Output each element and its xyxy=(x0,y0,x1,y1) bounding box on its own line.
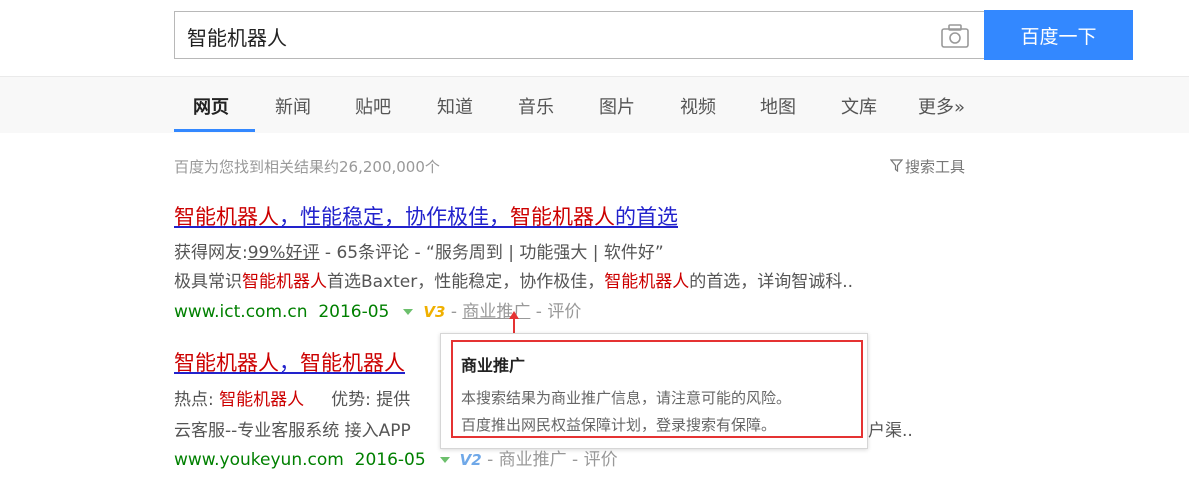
tab-video[interactable]: 视频 xyxy=(680,93,716,119)
result-snippet: 极具常识智能机器人首选Baxter，性能稳定，协作极佳，智能机器人的首选，详询智… xyxy=(174,267,853,292)
tab-web[interactable]: 网页 xyxy=(193,93,229,119)
v3-badge-icon[interactable]: V3 xyxy=(423,303,445,321)
v2-badge-icon[interactable]: V2 xyxy=(460,451,482,469)
title-text: ， xyxy=(279,351,300,375)
tab-music[interactable]: 音乐 xyxy=(518,93,554,119)
tab-images[interactable]: 图片 xyxy=(599,93,635,119)
promo-tooltip: 商业推广 本搜索结果为商业推广信息，请注意可能的风险。 百度推出网民权益保障计划… xyxy=(440,333,868,449)
filter-icon xyxy=(890,159,903,172)
result-snippet-tail: 户渠.. xyxy=(868,421,913,441)
result-title-link[interactable]: 智能机器人，智能机器人 xyxy=(174,347,405,377)
hot-label: 热点: xyxy=(174,390,220,410)
annotation-highlight-box: 商业推广 本搜索结果为商业推广信息，请注意可能的风险。 百度推出网民权益保障计划… xyxy=(451,340,863,438)
eval-link[interactable]: 评价 xyxy=(584,450,618,470)
tab-more[interactable]: 更多» xyxy=(918,93,965,119)
dropdown-arrow-icon[interactable] xyxy=(403,309,414,315)
snippet-text: 的首选，详询智诚科.. xyxy=(689,272,854,292)
search-tools-button[interactable]: 搜索工具 xyxy=(890,156,965,177)
promo-link[interactable]: 商业推广 xyxy=(499,450,567,470)
search-input[interactable]: 智能机器人 xyxy=(187,22,287,51)
tab-map[interactable]: 地图 xyxy=(760,93,796,119)
title-highlight: 智能机器人 xyxy=(510,205,615,229)
result-rating-line: 获得网友:99%好评 - 65条评论 - “服务周到 | 功能强大 | 软件好” xyxy=(174,238,664,263)
active-tab-indicator xyxy=(174,129,255,132)
title-highlight: 智能机器人 xyxy=(174,205,279,229)
title-text: ，性能稳定，协作极佳， xyxy=(279,205,510,229)
tab-tieba[interactable]: 贴吧 xyxy=(355,93,391,119)
search-box[interactable]: 智能机器人 xyxy=(174,11,984,59)
result-count: 百度为您找到相关结果约26,200,000个 xyxy=(174,158,440,176)
result-date: 2016-05 xyxy=(354,450,426,470)
title-highlight: 智能机器人 xyxy=(174,351,279,375)
snippet-text: 云客服--专业客服系统 接入APP xyxy=(174,421,411,441)
search-tools-label: 搜索工具 xyxy=(905,158,966,176)
tooltip-line: 本搜索结果为商业推广信息，请注意可能的风险。 xyxy=(461,389,792,407)
title-text: 的首选 xyxy=(615,205,678,229)
snippet-highlight: 智能机器人 xyxy=(242,272,327,292)
camera-icon[interactable] xyxy=(940,23,970,49)
search-button[interactable]: 百度一下 xyxy=(984,10,1133,60)
eval-link[interactable]: 评价 xyxy=(547,302,581,322)
tab-news[interactable]: 新闻 xyxy=(275,93,311,119)
nav-bar: 网页 新闻 贴吧 知道 音乐 图片 视频 地图 文库 更多» xyxy=(0,76,1189,133)
tooltip-line: 百度推出网民权益保障计划，登录搜索有保障。 xyxy=(461,416,777,434)
result-date: 2016-05 xyxy=(318,302,390,322)
snippet-text: 极具常识 xyxy=(174,272,242,292)
result-url[interactable]: www.ict.com.cn xyxy=(174,302,308,322)
snippet-text: 首选Baxter，性能稳定，协作极佳， xyxy=(327,272,605,292)
tooltip-title: 商业推广 xyxy=(461,356,526,375)
advantage-text: 优势: 提供 xyxy=(331,390,411,410)
snippet-highlight: 智能机器人 xyxy=(604,272,690,292)
result-url[interactable]: www.youkeyun.com xyxy=(174,450,344,470)
rating-rest: - 65条评论 - “服务周到 | 功能强大 | 软件好” xyxy=(319,243,664,263)
title-highlight: 智能机器人 xyxy=(300,351,405,375)
result-title-link[interactable]: 智能机器人，性能稳定，协作极佳，智能机器人的首选 xyxy=(174,201,678,231)
tab-wenku[interactable]: 文库 xyxy=(841,93,877,119)
rating-prefix: 获得网友: xyxy=(174,243,248,263)
rating-link[interactable]: 99%好评 xyxy=(248,243,320,263)
result-hot-line: 热点: 智能机器人 优势: 提供 xyxy=(174,385,410,410)
dropdown-arrow-icon[interactable] xyxy=(439,457,450,463)
tab-zhidao[interactable]: 知道 xyxy=(437,93,473,119)
result-snippet: 云客服--专业客服系统 接入APP xyxy=(174,416,411,441)
hot-highlight: 智能机器人 xyxy=(219,390,305,410)
